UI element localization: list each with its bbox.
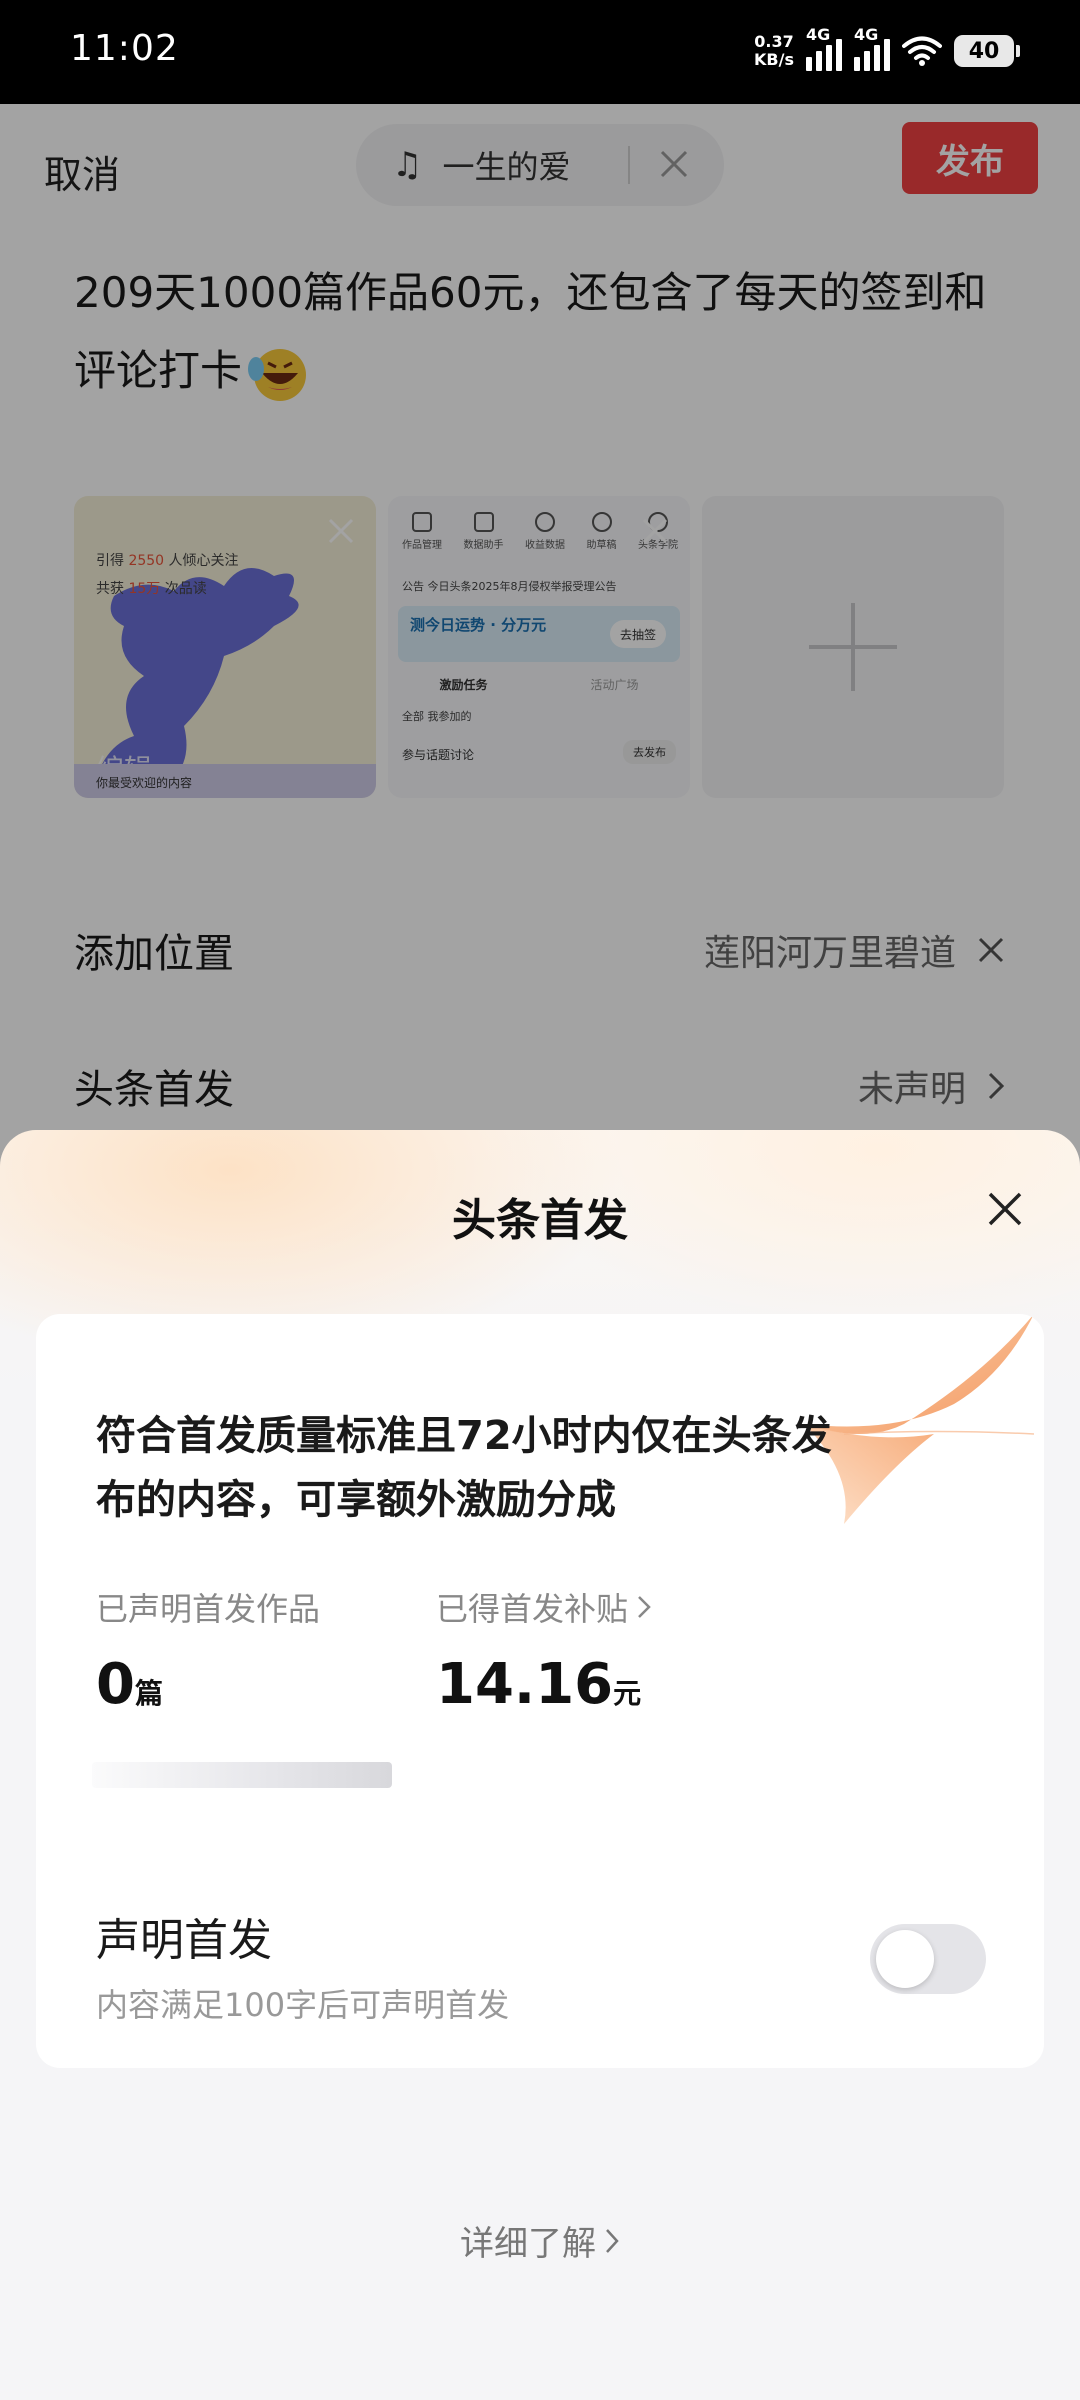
toggle-knob <box>876 1930 934 1988</box>
screen: 11:02 0.37 KB/s 4G 4G 40 取消 ♫ 一生的爱 发布 20… <box>0 0 1080 2400</box>
wifi-icon <box>902 36 942 66</box>
signal-icon: 4G <box>806 25 842 71</box>
first-publish-sheet: 头条首发 符合首发质量标准且72小时内仅在头条发布的内容，可享额外激励分成 已声… <box>0 1130 1080 2400</box>
close-icon[interactable] <box>980 1184 1030 1234</box>
status-bar: 11:02 0.37 KB/s 4G 4G 40 <box>0 0 1080 104</box>
learn-more-label: 详细了解 <box>460 2224 596 2264</box>
network-speed-unit: KB/s <box>754 50 794 69</box>
blurred-progress-bar <box>92 1762 392 1788</box>
chevron-right-icon <box>606 2228 619 2253</box>
subsidy-unit: 元 <box>613 1677 642 1710</box>
declared-works-caption: 已声明首发作品 <box>96 1590 321 1628</box>
signal-icon-2: 4G <box>854 25 890 71</box>
chevron-right-icon <box>638 1596 651 1618</box>
subsidy-value: 14.16 <box>436 1652 614 1717</box>
status-icons: 0.37 KB/s 4G 4G 40 <box>754 25 1020 76</box>
battery-icon: 40 <box>954 35 1020 67</box>
declared-works-value: 0 <box>96 1652 135 1717</box>
signal-label-2: 4G <box>854 25 879 44</box>
declare-first-title: 声明首发 <box>96 1915 272 1966</box>
network-speed: 0.37 KB/s <box>754 33 794 69</box>
subsidy-stat[interactable]: 已得首发补贴 14.16元 <box>436 1584 652 1717</box>
learn-more-link[interactable]: 详细了解 <box>0 2216 1080 2265</box>
subsidy-caption: 已得首发补贴 <box>436 1590 629 1628</box>
sheet-title: 头条首发 <box>452 1195 628 1246</box>
declare-first-toggle[interactable] <box>870 1924 986 1994</box>
declare-first-subtitle: 内容满足100字后可声明首发 <box>96 1986 510 2024</box>
incentive-description: 符合首发质量标准且72小时内仅在头条发布的内容，可享额外激励分成 <box>96 1413 832 1523</box>
declared-works-stat: 已声明首发作品 0篇 <box>96 1584 320 1717</box>
declare-first-card: 声明首发 内容满足100字后可声明首发 <box>36 1850 1044 2068</box>
declared-works-unit: 篇 <box>134 1677 163 1710</box>
status-time: 11:02 <box>70 28 179 69</box>
signal-label: 4G <box>806 25 831 44</box>
network-speed-value: 0.37 <box>754 32 794 51</box>
